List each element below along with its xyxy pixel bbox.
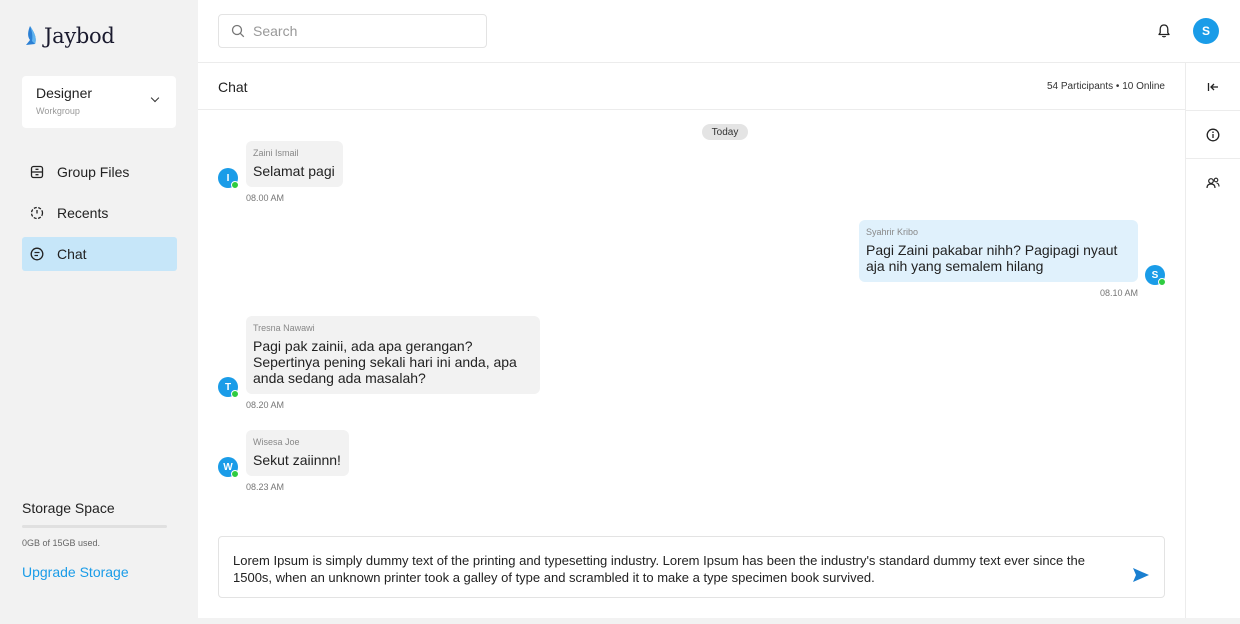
sender-avatar[interactable]: W (218, 457, 239, 478)
workgroup-name: Designer (36, 85, 93, 101)
message-time: 08.00 AM (246, 193, 285, 203)
message-time: 08.23 AM (246, 482, 285, 492)
info-icon (1206, 128, 1220, 141)
sidebar-item-group-files[interactable]: Group Files (22, 155, 177, 189)
search-icon (231, 24, 245, 38)
search-box[interactable] (218, 14, 487, 48)
message-time: 08.20 AM (246, 400, 285, 410)
app-name: Jaybod (44, 24, 115, 48)
chat-message: Wisesa Joe Sekut zaiinnn! 08.23 AM (246, 430, 349, 492)
collapse-arrow-icon (1207, 82, 1218, 91)
main-panel: S Chat 54 Participants • 10 Online Today… (198, 0, 1240, 618)
composer-text[interactable]: Lorem Ipsum is simply dummy text of the … (233, 553, 1085, 585)
message-text: Selamat pagi (253, 163, 335, 179)
chat-message-own: Syahrir Kribo Pagi Zaini pakabar nihh? P… (859, 220, 1138, 298)
app-logo[interactable]: Jaybod (24, 24, 115, 48)
sidebar-nav: Group Files Recents Chat (22, 155, 177, 278)
storage-title: Storage Space (22, 500, 115, 516)
chat-message: Tresna Nawawi Pagi pak zainii, ada apa g… (246, 316, 540, 410)
message-bubble: Syahrir Kribo Pagi Zaini pakabar nihh? P… (859, 220, 1138, 282)
sidebar-item-recents[interactable]: Recents (22, 196, 177, 230)
logo-icon (26, 26, 36, 45)
workgroup-sub: Workgroup (36, 106, 80, 116)
sidebar-item-label: Recents (57, 205, 109, 221)
search-input[interactable] (253, 23, 473, 39)
message-sender: Syahrir Kribo (866, 227, 919, 237)
storage-progress-bar (22, 525, 167, 528)
upgrade-storage-link[interactable]: Upgrade Storage (22, 564, 172, 580)
message-bubble: Tresna Nawawi Pagi pak zainii, ada apa g… (246, 316, 540, 394)
sidebar-item-label: Chat (57, 246, 87, 262)
chat-message: Zaini Ismail Selamat pagi 08.00 AM (246, 141, 343, 203)
message-sender: Tresna Nawawi (253, 323, 315, 333)
top-bar: S (198, 0, 1240, 63)
send-icon[interactable] (1132, 567, 1150, 583)
chat-header: Chat 54 Participants • 10 Online (198, 63, 1185, 110)
sender-avatar[interactable]: I (218, 168, 239, 189)
date-separator: Today (702, 124, 748, 140)
message-text: Pagi pak zainii, ada apa gerangan? Seper… (253, 338, 517, 386)
chat-title: Chat (218, 79, 248, 95)
chat-icon (30, 247, 44, 261)
file-box-icon (30, 165, 44, 179)
users-icon (1206, 177, 1220, 189)
message-text: Sekut zaiinnn! (253, 452, 341, 468)
message-time: 08.10 AM (1099, 288, 1138, 298)
collapse-panel-button[interactable] (1186, 63, 1240, 111)
info-button[interactable] (1186, 111, 1240, 159)
sender-avatar[interactable]: T (218, 377, 239, 398)
message-bubble: Wisesa Joe Sekut zaiinnn! (246, 430, 349, 476)
storage-panel: Storage Space 0GB of 15GB used. Upgrade … (22, 500, 172, 580)
message-text: Pagi Zaini pakabar nihh? Pagipagi nyaut … (866, 242, 1118, 274)
message-bubble: Zaini Ismail Selamat pagi (246, 141, 343, 187)
sidebar-item-label: Group Files (57, 164, 130, 180)
sidebar-item-chat[interactable]: Chat (22, 237, 177, 271)
clock-icon (30, 206, 44, 220)
storage-used-text: 0GB of 15GB used. (22, 538, 101, 548)
message-composer[interactable]: Lorem Ipsum is simply dummy text of the … (218, 536, 1165, 598)
sender-avatar[interactable]: S (1145, 265, 1166, 286)
participants-count: 54 Participants • 10 Online (1046, 81, 1165, 92)
message-sender: Wisesa Joe (253, 437, 300, 447)
right-toolbar (1185, 63, 1240, 618)
workgroup-selector[interactable]: Designer Workgroup (22, 76, 176, 128)
message-sender: Zaini Ismail (253, 148, 299, 158)
user-avatar[interactable]: S (1193, 18, 1219, 44)
sidebar: Jaybod Designer Workgroup Group Files Re… (0, 0, 198, 618)
participants-button[interactable] (1186, 159, 1240, 207)
bell-icon[interactable] (1156, 23, 1172, 39)
